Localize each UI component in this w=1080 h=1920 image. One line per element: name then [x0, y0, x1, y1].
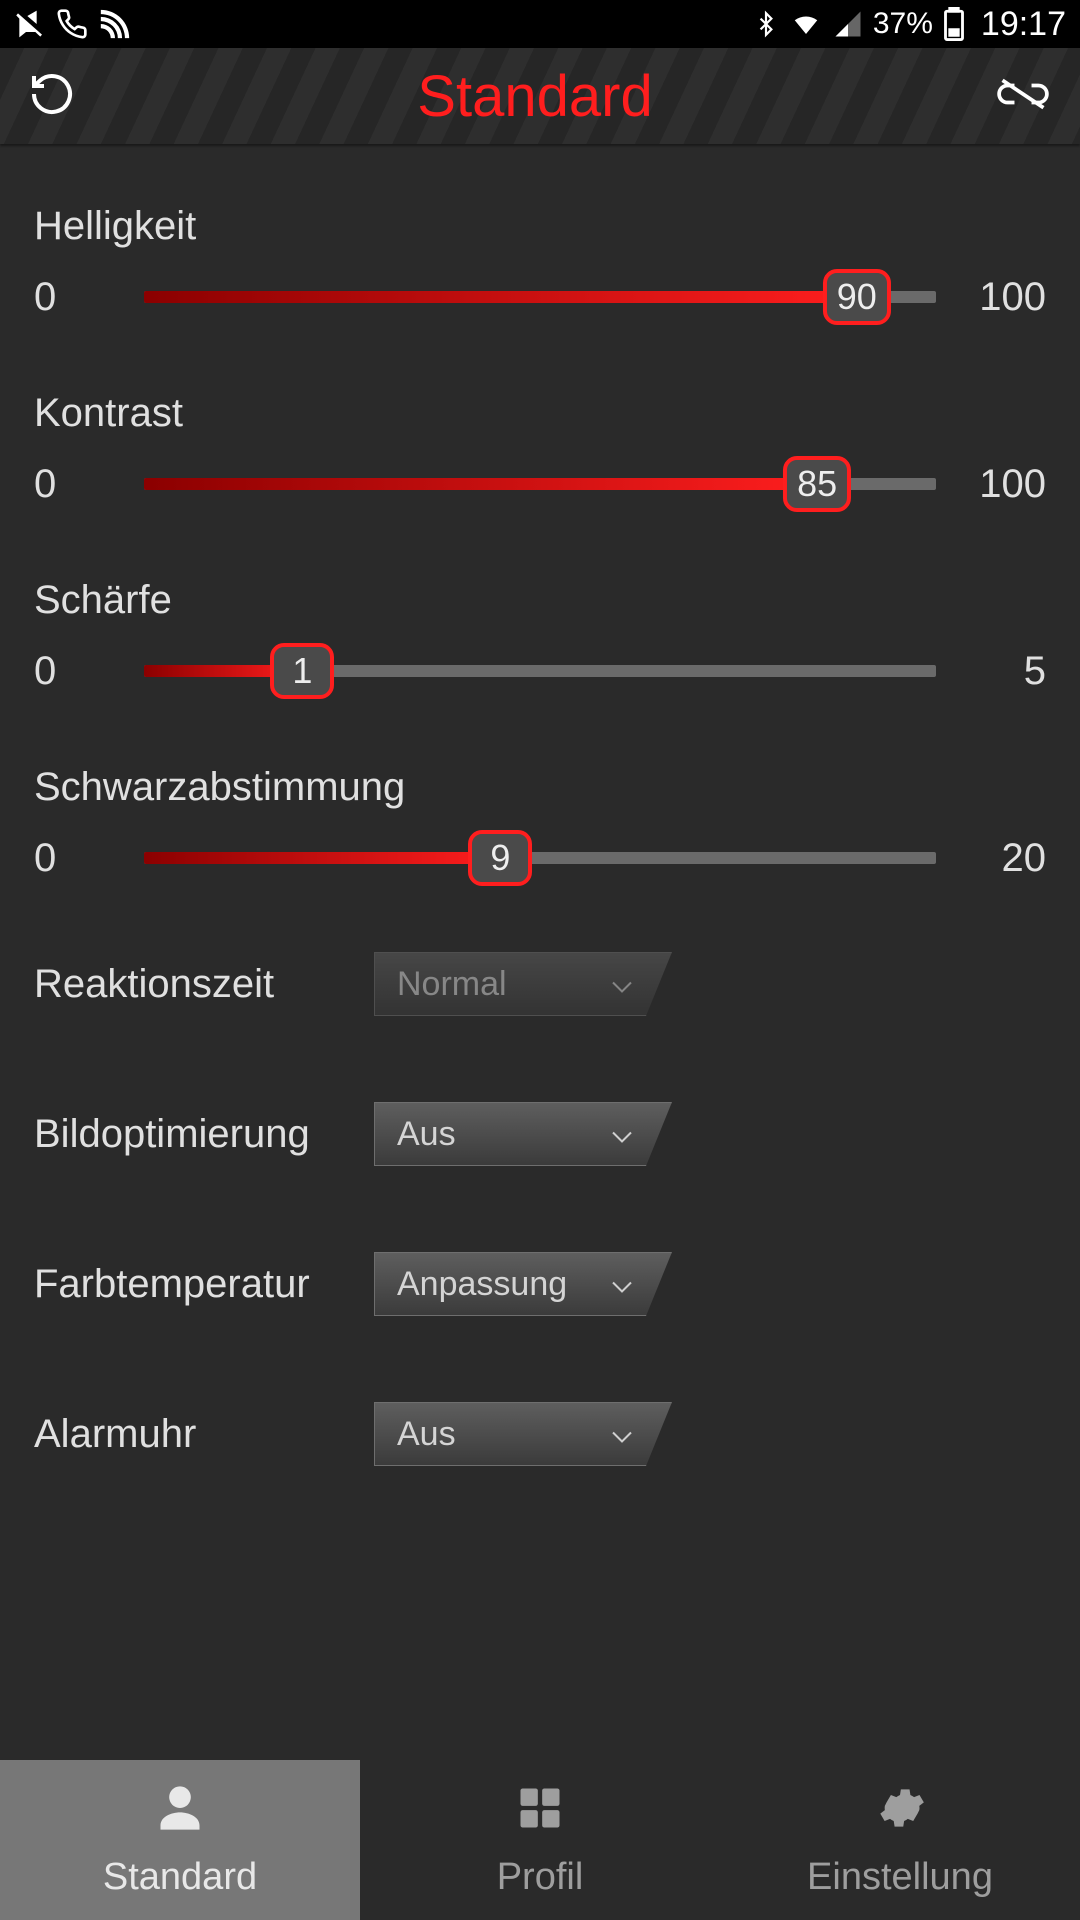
- settings-content: Helligkeit 0 90 100 Kontrast 0 85 100: [0, 144, 1080, 1760]
- select-dropdown[interactable]: Aus: [374, 1402, 672, 1466]
- status-signal-icon: [833, 9, 863, 39]
- slider-label: Schärfe: [34, 578, 1046, 623]
- status-battery-icon: [943, 7, 965, 41]
- slider-kontrast: Kontrast 0 85 100: [34, 391, 1046, 510]
- app-header: Standard: [0, 48, 1080, 144]
- chevron-down-icon: [611, 965, 633, 1004]
- select-row-farbtemperatur: Farbtemperatur Anpassung: [34, 1252, 1046, 1316]
- select-label: Alarmuhr: [34, 1412, 374, 1457]
- slider-value: 9: [490, 837, 510, 879]
- slider-min: 0: [34, 649, 144, 694]
- chevron-down-icon: [611, 1265, 633, 1304]
- status-cast-icon: [98, 7, 132, 41]
- select-value: Anpassung: [397, 1265, 567, 1304]
- slider-value: 1: [292, 650, 312, 692]
- slider-schwarzabstimmung: Schwarzabstimmung 0 9 20: [34, 765, 1046, 884]
- reset-icon[interactable]: [28, 70, 76, 123]
- gear-icon: [874, 1782, 926, 1844]
- slider-thumb[interactable]: 85: [783, 456, 851, 512]
- slider-min: 0: [34, 462, 144, 507]
- nav-standard[interactable]: Standard: [0, 1760, 360, 1920]
- select-label: Farbtemperatur: [34, 1262, 374, 1307]
- slider-thumb[interactable]: 1: [270, 643, 334, 699]
- select-dropdown: Normal: [374, 952, 672, 1016]
- status-bluetooth-icon: [753, 9, 779, 39]
- select-row-alarmuhr: Alarmuhr Aus: [34, 1402, 1046, 1466]
- select-dropdown[interactable]: Anpassung: [374, 1252, 672, 1316]
- status-wifi-icon: [789, 9, 823, 39]
- slider-label: Helligkeit: [34, 204, 1046, 249]
- select-value: Normal: [397, 965, 507, 1004]
- status-phone-icon: [56, 8, 88, 40]
- chevron-down-icon: [611, 1115, 633, 1154]
- chevron-down-icon: [611, 1415, 633, 1454]
- select-dropdown[interactable]: Aus: [374, 1102, 672, 1166]
- nav-label: Profil: [497, 1856, 584, 1899]
- select-row-reaktionszeit: Reaktionszeit Normal: [34, 952, 1046, 1016]
- page-title: Standard: [417, 63, 652, 130]
- nav-label: Einstellung: [807, 1856, 993, 1899]
- slider-max: 100: [936, 275, 1046, 320]
- slider-value: 85: [797, 463, 837, 505]
- slider-min: 0: [34, 275, 144, 320]
- slider-label: Schwarzabstimmung: [34, 765, 1046, 810]
- grid-icon: [514, 1782, 566, 1844]
- slider-track[interactable]: 85: [144, 458, 936, 510]
- person-icon: [154, 1782, 206, 1844]
- link-off-icon[interactable]: [994, 74, 1052, 119]
- select-value: Aus: [397, 1115, 456, 1154]
- slider-track[interactable]: 90: [144, 271, 936, 323]
- nav-profil[interactable]: Profil: [360, 1760, 720, 1920]
- slider-min: 0: [34, 836, 144, 881]
- nav-einstellung[interactable]: Einstellung: [720, 1760, 1080, 1920]
- slider-track[interactable]: 1: [144, 645, 936, 697]
- status-mute-icon: [14, 8, 46, 40]
- slider-max: 5: [936, 649, 1046, 694]
- android-status-bar: 37% 19:17: [0, 0, 1080, 48]
- select-value: Aus: [397, 1415, 456, 1454]
- slider-value: 90: [837, 276, 877, 318]
- slider-thumb[interactable]: 9: [468, 830, 532, 886]
- select-label: Reaktionszeit: [34, 962, 374, 1007]
- status-battery-pct: 37%: [873, 7, 933, 41]
- nav-label: Standard: [103, 1856, 257, 1899]
- slider-thumb[interactable]: 90: [823, 269, 891, 325]
- select-label: Bildoptimierung: [34, 1112, 374, 1157]
- status-time: 19:17: [981, 5, 1066, 44]
- slider-track[interactable]: 9: [144, 832, 936, 884]
- slider-max: 20: [936, 836, 1046, 881]
- slider-label: Kontrast: [34, 391, 1046, 436]
- slider-helligkeit: Helligkeit 0 90 100: [34, 204, 1046, 323]
- select-row-bildoptimierung: Bildoptimierung Aus: [34, 1102, 1046, 1166]
- slider-max: 100: [936, 462, 1046, 507]
- bottom-nav: Standard Profil Einstellung: [0, 1760, 1080, 1920]
- slider-schärfe: Schärfe 0 1 5: [34, 578, 1046, 697]
